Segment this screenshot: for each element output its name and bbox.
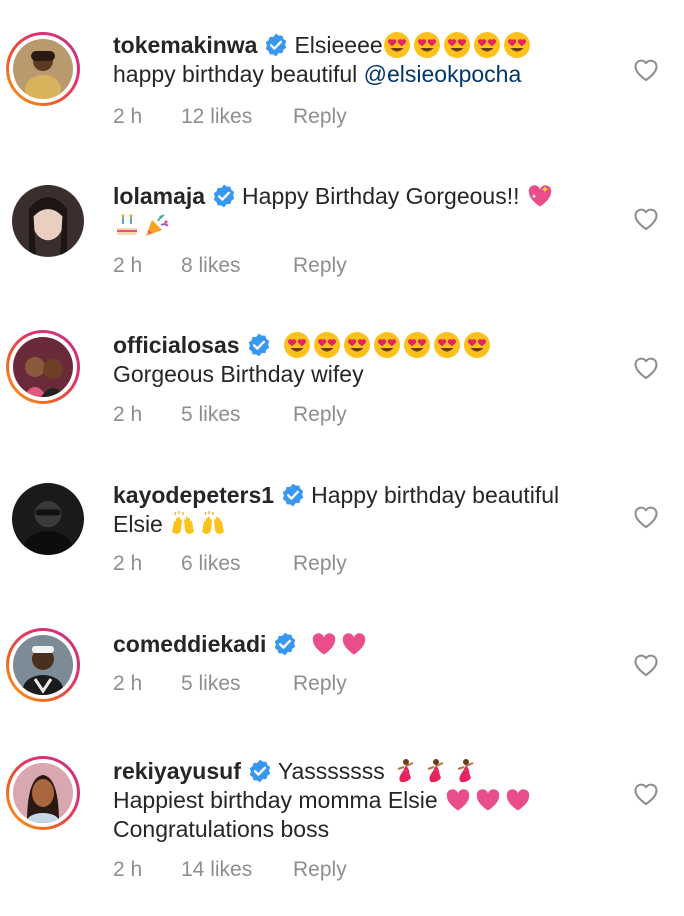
verified-badge-icon — [272, 631, 298, 657]
reply-button[interactable]: Reply — [293, 672, 347, 696]
mention-link[interactable]: @elsieokpocha — [364, 61, 522, 87]
comment-meta: 2 h 14 likes Reply — [113, 858, 347, 882]
comment-username[interactable]: kayodepeters1 — [113, 482, 274, 508]
heart-outline-icon[interactable] — [632, 780, 660, 808]
comment-time: 2 h — [113, 552, 143, 575]
emoji-heart-eyes — [283, 332, 493, 358]
avatar-image — [12, 483, 84, 555]
comment-body: kayodepeters1 Happy birthday beautiful El… — [113, 481, 613, 539]
avatar-story-ring[interactable] — [6, 628, 80, 702]
avatar[interactable] — [12, 185, 84, 257]
comment-likes[interactable]: 8 likes — [181, 254, 293, 278]
comment-time: 2 h — [113, 403, 143, 426]
verified-badge-icon — [280, 482, 306, 508]
verified-badge-icon — [211, 183, 237, 209]
verified-badge-icon — [263, 32, 289, 58]
comment-time: 2 h — [113, 672, 143, 695]
comment-meta: 2 h 5 likes Reply — [113, 672, 347, 696]
comment-username[interactable]: officialosas — [113, 332, 240, 358]
comment-text: Elsieeee — [294, 32, 383, 58]
reply-button[interactable]: Reply — [293, 403, 347, 427]
emoji-heart-eyes — [383, 32, 533, 58]
verified-badge-icon — [246, 332, 272, 358]
avatar — [13, 337, 73, 397]
emoji-sparkling-heart — [526, 182, 554, 210]
comment-time: 2 h — [113, 858, 143, 881]
emoji-birthday-cake — [113, 211, 141, 239]
comment-meta: 2 h 5 likes Reply — [113, 403, 347, 427]
comment-text: Yasssssss — [277, 758, 392, 784]
reply-button[interactable]: Reply — [293, 105, 347, 129]
avatar-image — [12, 185, 84, 257]
heart-outline-icon[interactable] — [632, 651, 660, 679]
avatar — [13, 763, 73, 823]
comment-username[interactable]: lolamaja — [113, 183, 205, 209]
emoji-dancer — [391, 758, 481, 784]
avatar — [13, 635, 73, 695]
comment-text: happy birthday beautiful — [113, 61, 364, 87]
emoji-pink-heart — [310, 631, 370, 657]
comment-likes[interactable]: 12 likes — [181, 105, 293, 129]
avatar-story-ring[interactable] — [6, 756, 80, 830]
comment-meta: 2 h 8 likes Reply — [113, 254, 347, 278]
heart-outline-icon[interactable] — [632, 354, 660, 382]
comment-username[interactable]: tokemakinwa — [113, 32, 257, 58]
reply-button[interactable]: Reply — [293, 254, 347, 278]
comment-text: Elsie — [113, 511, 170, 537]
comment-text: Happy birthday beautiful — [311, 482, 560, 508]
comment-time: 2 h — [113, 105, 143, 128]
comment-username[interactable]: rekiyayusuf — [113, 758, 241, 784]
comment-likes[interactable]: 14 likes — [181, 858, 293, 882]
emoji-pink-heart — [444, 787, 534, 813]
avatar-story-ring[interactable] — [6, 330, 80, 404]
comment-body: lolamaja Happy Birthday Gorgeous!! — [113, 182, 613, 240]
avatar — [13, 39, 73, 99]
comment-time: 2 h — [113, 254, 143, 277]
comment-likes[interactable]: 6 likes — [181, 552, 293, 576]
comment-likes[interactable]: 5 likes — [181, 672, 293, 696]
comment-meta: 2 h 12 likes Reply — [113, 105, 347, 129]
comment-likes[interactable]: 5 likes — [181, 403, 293, 427]
heart-outline-icon[interactable] — [632, 503, 660, 531]
comment-body: comeddiekadi — [113, 630, 613, 659]
comment-body: officialosas Gorgeous Birthday wifey — [113, 331, 613, 389]
reply-button[interactable]: Reply — [293, 552, 347, 576]
reply-button[interactable]: Reply — [293, 858, 347, 882]
comment-text: Happy Birthday Gorgeous!! — [242, 183, 520, 209]
verified-badge-icon — [247, 758, 273, 784]
emoji-raising-hands — [169, 511, 229, 537]
comment-body: rekiyayusuf Yasssssss Happiest birthday m… — [113, 757, 613, 844]
comment-meta: 2 h 6 likes Reply — [113, 552, 347, 576]
comment-text: Gorgeous Birthday wifey — [113, 361, 364, 387]
avatar[interactable] — [12, 483, 84, 555]
comment-username[interactable]: comeddiekadi — [113, 631, 266, 657]
heart-outline-icon[interactable] — [632, 205, 660, 233]
heart-outline-icon[interactable] — [632, 56, 660, 84]
comment-text: Congratulations boss — [113, 816, 330, 842]
emoji-party-popper — [143, 211, 171, 239]
comment-text: Happiest birthday momma Elsie — [113, 787, 445, 813]
comment-body: tokemakinwa Elsieeee happy birthday beaut… — [113, 31, 613, 89]
avatar-story-ring[interactable] — [6, 32, 80, 106]
